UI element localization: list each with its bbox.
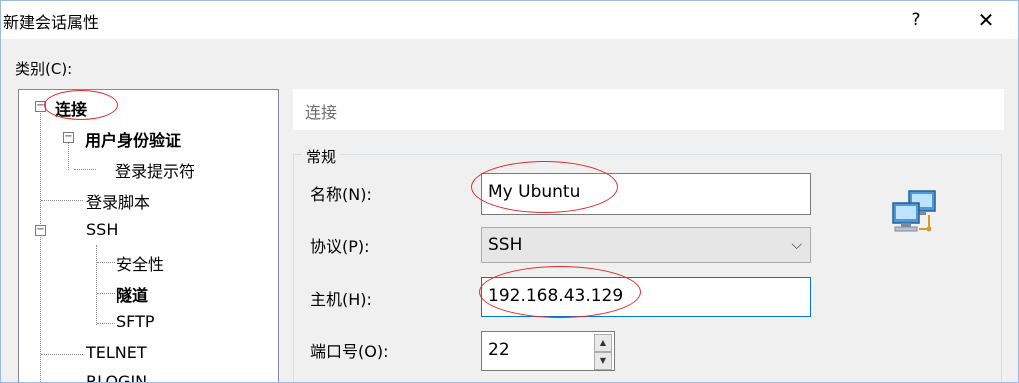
tree-item-telnet[interactable]: TELNET — [86, 343, 147, 362]
decrement-icon[interactable]: ▼ — [594, 352, 612, 370]
tree-item-connection[interactable]: 连接 — [55, 96, 87, 120]
port-label: 端口号(O): — [310, 342, 389, 361]
port-value: 22 — [488, 340, 510, 360]
tree-line — [41, 354, 83, 355]
network-computers-icon — [892, 190, 936, 232]
tree-item-user-auth[interactable]: 用户身份验证 — [85, 127, 181, 151]
section-title: 连接 — [305, 103, 338, 122]
tree-item-login-prompts[interactable]: 登录提示符 — [115, 158, 195, 182]
tree-item-ssh[interactable]: SSH — [86, 220, 118, 239]
collapse-icon[interactable]: − — [35, 101, 46, 112]
protocol-label: 协议(P): — [310, 237, 370, 256]
collapse-icon[interactable]: − — [63, 132, 74, 143]
increment-icon[interactable]: ▲ — [594, 334, 612, 352]
tree-line — [96, 245, 97, 325]
dialog-window: 新建会话属性 ? ✕ 类别(C): − 连接 − 用户身份验证 登录提示符 登录… — [0, 0, 1019, 383]
tree-item-tunnel[interactable]: 隧道 — [116, 282, 148, 306]
category-label: 类别(C): — [15, 60, 73, 78]
host-label: 主机(H): — [310, 290, 372, 309]
help-button[interactable]: ? — [901, 5, 931, 35]
port-stepper[interactable]: 22 ▲ ▼ — [481, 331, 615, 371]
close-button[interactable]: ✕ — [968, 5, 1004, 35]
name-label: 名称(N): — [310, 185, 372, 204]
tree-item-sftp[interactable]: SFTP — [116, 312, 155, 331]
name-input[interactable]: My Ubuntu — [481, 173, 811, 215]
protocol-value: SSH — [488, 235, 523, 255]
collapse-icon[interactable]: − — [35, 225, 46, 236]
tree-line — [41, 200, 83, 201]
tree-item-security[interactable]: 安全性 — [116, 251, 164, 275]
tree-line — [74, 169, 96, 170]
tree-line — [97, 262, 115, 263]
host-input[interactable]: 192.168.43.129 — [481, 277, 811, 317]
tree-line — [97, 293, 115, 294]
chevron-down-icon: ⌵ — [791, 237, 802, 253]
tree-line — [40, 110, 41, 382]
tree-line — [97, 323, 115, 324]
tree-item-login-script[interactable]: 登录脚本 — [86, 189, 150, 213]
general-group-label: 常规 — [302, 146, 341, 167]
tree-line — [68, 142, 69, 170]
tree-item-rlogin[interactable]: RLOGIN — [86, 372, 147, 382]
category-tree[interactable]: − 连接 − 用户身份验证 登录提示符 登录脚本 − SSH 安全性 隧道 SF… — [18, 89, 279, 382]
section-header: 连接 — [293, 89, 1004, 130]
window-title: 新建会话属性 — [3, 13, 100, 32]
protocol-select[interactable]: SSH ⌵ — [481, 227, 811, 263]
title-bar: 新建会话属性 ? ✕ — [1, 1, 1018, 39]
